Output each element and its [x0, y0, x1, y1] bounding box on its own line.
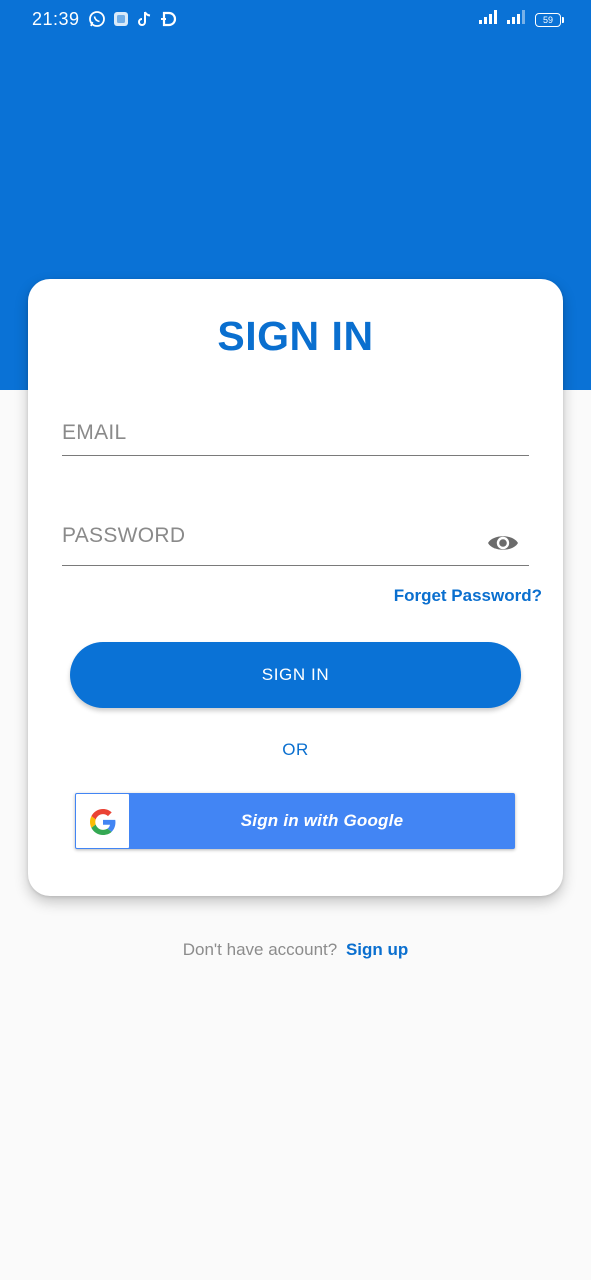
google-logo-icon: [90, 809, 116, 835]
google-logo-container: [76, 794, 129, 848]
eye-icon[interactable]: [487, 530, 519, 556]
signup-prompt: Don't have account?: [182, 940, 338, 959]
status-bar: 21:39 59: [0, 0, 591, 40]
or-divider-text: OR: [282, 740, 309, 759]
forgot-password-link[interactable]: Forget Password?: [394, 586, 542, 606]
email-field-container: [62, 421, 529, 456]
app-square-icon: [112, 10, 130, 28]
password-field[interactable]: [62, 524, 462, 548]
password-field-container: [62, 524, 529, 566]
d-app-icon: [160, 10, 178, 28]
page-title: SIGN IN: [217, 313, 374, 359]
sign-in-button[interactable]: SIGN IN: [70, 642, 521, 708]
status-indicators: 59: [479, 10, 564, 29]
sign-up-link[interactable]: Sign up: [346, 940, 408, 959]
signal-icon: [507, 10, 527, 29]
status-app-icons: [88, 10, 178, 28]
battery-icon: 59: [535, 12, 564, 27]
whatsapp-icon: [88, 10, 106, 28]
google-sign-in-label: Sign in with Google: [240, 811, 404, 830]
sign-in-card: SIGN IN Forget Password? SIGN IN OR Sign…: [28, 279, 563, 896]
signal-icon: [479, 10, 499, 29]
signup-row: Don't have account? Sign up: [0, 940, 591, 960]
status-time: 21:39: [32, 9, 80, 29]
google-sign-in-button[interactable]: Sign in with Google: [75, 793, 515, 849]
tiktok-icon: [136, 10, 154, 28]
email-field[interactable]: [62, 421, 529, 445]
